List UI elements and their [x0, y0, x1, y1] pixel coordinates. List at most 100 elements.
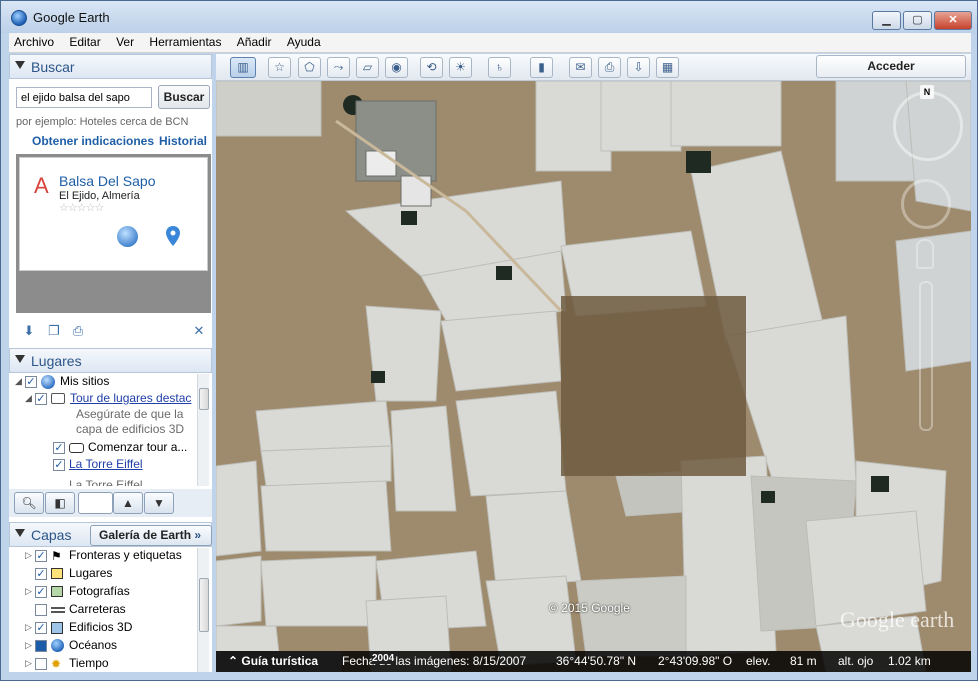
menu-herramientas[interactable]: Herramientas: [144, 33, 226, 49]
expand-arrow-icon[interactable]: ▷: [25, 550, 33, 561]
email-button[interactable]: ✉: [569, 57, 592, 78]
expand-arrow-icon[interactable]: ▷: [25, 622, 33, 633]
move-joystick[interactable]: [901, 179, 951, 229]
globe-icon[interactable]: [117, 226, 138, 247]
status-bar: ⌃ Guía turística Fecha de las imágenes: …: [216, 651, 971, 672]
layer-label: Carreteras: [69, 602, 126, 616]
collapse-arrow-icon[interactable]: [15, 355, 25, 363]
menu-anadir[interactable]: Añadir: [232, 33, 277, 49]
checkbox[interactable]: [35, 639, 47, 652]
layer-fronteras[interactable]: ▷ ✓ ⚑ Fronteras y etiquetas: [25, 548, 182, 566]
checkbox[interactable]: ✓: [35, 549, 47, 562]
sidebar-toggle-button[interactable]: ▥: [230, 57, 256, 78]
expand-arrow-icon[interactable]: ▷: [25, 640, 33, 651]
view-in-maps-button[interactable]: ▦: [656, 57, 679, 78]
main-toolbar: ▥ ☆ ⬠ ⤳ ▱ ◉ ⟲ ☀ ♄ ▮ ✉ ⎙ ⇩ ▦ Acceder: [216, 54, 971, 81]
layer-lugares[interactable]: ✓ Lugares: [35, 566, 112, 584]
checkbox[interactable]: ✓: [35, 585, 47, 598]
places-section-header[interactable]: Lugares: [9, 348, 212, 373]
save-image-button[interactable]: ⇩: [627, 57, 650, 78]
tree-item-label[interactable]: La Torre Eiffel: [69, 457, 143, 471]
print-icon[interactable]: ⎙: [71, 324, 85, 338]
expand-arrow-icon[interactable]: ▷: [25, 658, 33, 669]
earth-gallery-button[interactable]: Galería de Earth »: [90, 525, 212, 546]
layer-carreteras[interactable]: Carreteras: [35, 602, 126, 620]
photo-icon: [51, 586, 63, 598]
zoom-slider[interactable]: [919, 281, 933, 431]
left-panel: Buscar Buscar por ejemplo: Hoteles cerca…: [9, 54, 212, 672]
menu-editar[interactable]: Editar: [64, 33, 105, 49]
tour-guide-button[interactable]: ⌃ Guía turística: [216, 651, 342, 672]
expand-arrow-icon[interactable]: ◢: [15, 376, 23, 387]
record-tour-button[interactable]: ◉: [385, 57, 408, 78]
expand-arrow-icon[interactable]: ▷: [25, 586, 33, 597]
checkbox[interactable]: ✓: [35, 567, 47, 580]
add-path-button[interactable]: ⤳: [327, 57, 350, 78]
map-pin-icon[interactable]: [166, 226, 180, 246]
layer-edificios-3d[interactable]: ▷ ✓ Edificios 3D: [25, 620, 132, 638]
menu-ayuda[interactable]: Ayuda: [282, 33, 326, 49]
chevron-up-icon: ⌃: [228, 654, 242, 668]
close-window-button[interactable]: ✕: [934, 11, 972, 30]
checkbox[interactable]: ✓: [53, 458, 65, 471]
historical-year-badge[interactable]: 2004: [372, 653, 395, 664]
expand-arrow-icon[interactable]: ◢: [25, 393, 33, 404]
layers-section-header[interactable]: Capas Galería de Earth »: [9, 522, 212, 547]
tree-item-label[interactable]: Tour de lugares destac: [70, 391, 191, 405]
earth-3d-view[interactable]: © 2015 Google Google earth N ⌃ Guía turí…: [216, 81, 971, 672]
minimize-button[interactable]: ▁: [872, 11, 901, 30]
ruler-button[interactable]: ▮: [530, 57, 553, 78]
result-title[interactable]: Balsa Del Sapo: [59, 173, 156, 189]
checkbox[interactable]: [35, 603, 47, 616]
checkbox[interactable]: ✓: [35, 392, 47, 405]
compass-north-button[interactable]: N: [920, 85, 934, 99]
layers-tree: ▷ ✓ ⚑ Fronteras y etiquetas ✓ Lugares ▷ ✓ Foto…: [13, 548, 196, 672]
ocean-globe-icon: [51, 639, 64, 653]
history-link[interactable]: Historial: [159, 134, 207, 148]
copy-icon[interactable]: ❐: [47, 324, 61, 338]
search-result-card[interactable]: A Balsa Del Sapo El Ejido, Almería ☆☆☆☆☆: [19, 157, 208, 271]
globe-folder-icon: [41, 374, 55, 389]
sign-in-button[interactable]: Acceder: [816, 55, 966, 78]
planets-button[interactable]: ♄: [488, 57, 511, 78]
tree-item-eiffel[interactable]: ✓ La Torre Eiffel: [53, 457, 143, 475]
save-to-places-icon[interactable]: ⬇: [22, 324, 36, 338]
search-input[interactable]: [16, 87, 152, 108]
toggle-panel-button[interactable]: ◧: [45, 492, 75, 514]
checkbox[interactable]: ✓: [53, 441, 65, 454]
sunlight-button[interactable]: ☀: [449, 57, 472, 78]
layer-oceanos[interactable]: ▷ Océanos: [25, 638, 117, 656]
collapse-arrow-icon[interactable]: [15, 61, 25, 69]
add-polygon-button[interactable]: ⬠: [298, 57, 321, 78]
print-button[interactable]: ⎙: [598, 57, 621, 78]
layer-fotografias[interactable]: ▷ ✓ Fotografías: [25, 584, 130, 602]
tour-guide-label: Guía turística: [241, 654, 319, 668]
street-view-pegman-icon[interactable]: [916, 239, 934, 269]
look-joystick[interactable]: [893, 91, 963, 161]
collapse-arrow-icon[interactable]: [15, 529, 25, 537]
add-image-overlay-button[interactable]: ▱: [356, 57, 379, 78]
maximize-button[interactable]: ▢: [903, 11, 932, 30]
places-filter-field[interactable]: [78, 492, 113, 514]
checkbox[interactable]: [35, 657, 47, 670]
scroll-thumb[interactable]: [199, 578, 209, 632]
scroll-thumb[interactable]: [199, 388, 209, 410]
search-section-header[interactable]: Buscar: [9, 54, 212, 79]
menu-archivo[interactable]: Archivo: [9, 33, 59, 49]
checkbox[interactable]: ✓: [35, 621, 47, 634]
checkbox[interactable]: ✓: [25, 375, 37, 388]
move-up-button[interactable]: ▲: [113, 492, 143, 514]
places-scrollbar[interactable]: [197, 374, 209, 486]
search-places-button[interactable]: 🔍︎: [14, 492, 44, 514]
layers-scrollbar[interactable]: [197, 548, 209, 672]
historical-imagery-button[interactable]: ⟲: [420, 57, 443, 78]
tree-item-start-tour[interactable]: ✓ Comenzar tour a...: [53, 440, 187, 458]
move-down-button[interactable]: ▼: [144, 492, 174, 514]
search-button[interactable]: Buscar: [158, 85, 210, 109]
tree-item-mis-sitios[interactable]: ◢ ✓ Mis sitios: [15, 374, 109, 392]
clear-results-icon[interactable]: ✕: [192, 324, 206, 338]
layer-tiempo[interactable]: ▷ ✹ Tiempo: [25, 656, 109, 672]
directions-link[interactable]: Obtener indicaciones: [32, 134, 154, 148]
add-placemark-button[interactable]: ☆: [268, 57, 291, 78]
menu-ver[interactable]: Ver: [111, 33, 139, 49]
